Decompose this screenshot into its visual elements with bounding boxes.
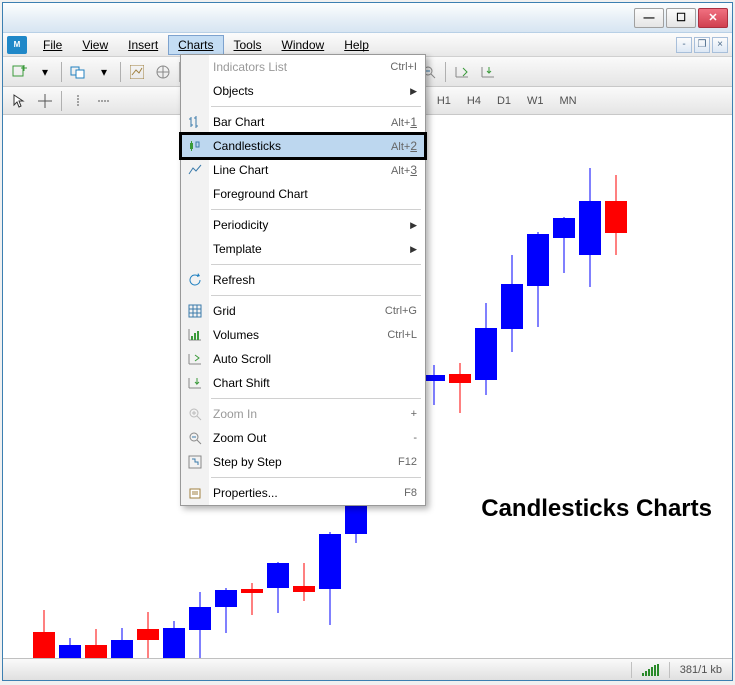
menu-file[interactable]: File xyxy=(33,35,72,55)
autoscroll-icon[interactable] xyxy=(450,60,474,84)
menu-item-candlesticks[interactable]: CandlesticksAlt+2 xyxy=(181,134,425,158)
menu-tools[interactable]: Tools xyxy=(224,35,272,55)
charts-dropdown-menu: Indicators ListCtrl+IObjects▶ Bar ChartAl… xyxy=(180,54,426,506)
candlestick xyxy=(33,115,55,658)
navigator-button[interactable] xyxy=(151,60,175,84)
market-watch-button[interactable] xyxy=(125,60,149,84)
chartshift-icon[interactable] xyxy=(476,60,500,84)
timeframe-mn[interactable]: MN xyxy=(553,92,584,110)
traffic-label: 381/1 kb xyxy=(680,664,722,676)
menu-item-auto-scroll[interactable]: Auto Scroll xyxy=(181,347,425,371)
mdi-close-button[interactable]: × xyxy=(712,37,728,53)
autoscroll-icon xyxy=(186,350,204,368)
menu-insert[interactable]: Insert xyxy=(118,35,168,55)
zoomout-icon xyxy=(186,429,204,447)
menu-help[interactable]: Help xyxy=(334,35,379,55)
shift-icon xyxy=(186,374,204,392)
mdi-minimize-button[interactable]: - xyxy=(676,37,692,53)
statusbar: 381/1 kb xyxy=(3,658,732,680)
titlebar: — ☐ ✕ xyxy=(3,3,732,33)
cursor-icon[interactable] xyxy=(7,89,31,113)
candlestick xyxy=(605,115,627,658)
connection-bars-icon xyxy=(642,664,659,676)
dropdown-icon[interactable]: ▾ xyxy=(92,60,116,84)
menu-charts[interactable]: Charts xyxy=(168,35,223,55)
minimize-button[interactable]: — xyxy=(634,8,664,28)
profiles-button[interactable] xyxy=(66,60,90,84)
close-button[interactable]: ✕ xyxy=(698,8,728,28)
menu-item-properties-[interactable]: Properties...F8 xyxy=(181,481,425,505)
candlestick xyxy=(423,115,445,658)
candle-icon xyxy=(186,137,204,155)
app-icon: M xyxy=(7,36,27,54)
candlestick xyxy=(475,115,497,658)
timeframe-h4[interactable]: H4 xyxy=(460,92,488,110)
refresh-icon xyxy=(186,271,204,289)
menu-window[interactable]: Window xyxy=(272,35,335,55)
timeframe-d1[interactable]: D1 xyxy=(490,92,518,110)
menu-item-line-chart[interactable]: Line ChartAlt+3 xyxy=(181,158,425,182)
menu-item-zoom-out[interactable]: Zoom Out- xyxy=(181,426,425,450)
candlestick xyxy=(579,115,601,658)
menu-item-zoom-in: Zoom In+ xyxy=(181,402,425,426)
menu-item-step-by-step[interactable]: Step by StepF12 xyxy=(181,450,425,474)
vline-icon[interactable] xyxy=(66,89,90,113)
candlestick xyxy=(553,115,575,658)
timeframe-h1[interactable]: H1 xyxy=(430,92,458,110)
crosshair-icon[interactable] xyxy=(33,89,57,113)
maximize-button[interactable]: ☐ xyxy=(666,8,696,28)
menu-item-grid[interactable]: GridCtrl+G xyxy=(181,299,425,323)
menu-view[interactable]: View xyxy=(72,35,118,55)
candlestick xyxy=(527,115,549,658)
menu-item-bar-chart[interactable]: Bar ChartAlt+1 xyxy=(181,110,425,134)
menu-item-chart-shift[interactable]: Chart Shift xyxy=(181,371,425,395)
candlestick xyxy=(449,115,471,658)
candlestick xyxy=(59,115,81,658)
menu-item-refresh[interactable]: Refresh xyxy=(181,268,425,292)
candlestick xyxy=(501,115,523,658)
props-icon xyxy=(186,484,204,502)
menu-item-indicators-list: Indicators ListCtrl+I xyxy=(181,55,425,79)
new-chart-button[interactable] xyxy=(7,60,31,84)
dropdown-icon[interactable]: ▾ xyxy=(33,60,57,84)
hline-icon[interactable] xyxy=(92,89,116,113)
menu-item-volumes[interactable]: VolumesCtrl+L xyxy=(181,323,425,347)
mdi-restore-button[interactable]: ❐ xyxy=(694,37,710,53)
bar-icon xyxy=(186,113,204,131)
menu-item-template[interactable]: Template▶ xyxy=(181,237,425,261)
step-icon xyxy=(186,453,204,471)
menu-item-objects[interactable]: Objects▶ xyxy=(181,79,425,103)
timeframe-w1[interactable]: W1 xyxy=(520,92,551,110)
zoomin-icon xyxy=(186,405,204,423)
menu-item-foreground-chart[interactable]: Foreground Chart xyxy=(181,182,425,206)
grid-icon xyxy=(186,302,204,320)
vol-icon xyxy=(186,326,204,344)
menu-item-periodicity[interactable]: Periodicity▶ xyxy=(181,213,425,237)
line-icon xyxy=(186,161,204,179)
candlestick xyxy=(111,115,133,658)
candlestick xyxy=(137,115,159,658)
candlestick xyxy=(85,115,107,658)
